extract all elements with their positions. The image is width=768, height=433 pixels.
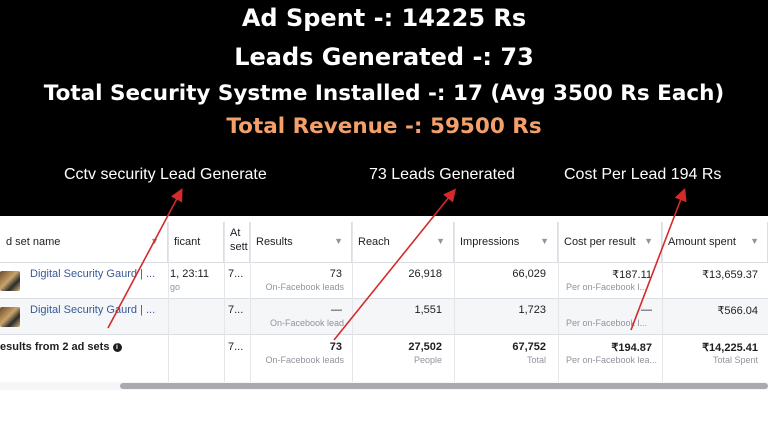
ad-set-name-link[interactable]: Digital Security Gaurd | ... [30,268,162,280]
table-row[interactable]: Digital Security Gaurd | ... 7... — On-F… [0,298,768,334]
attribution-value: 7... [228,341,244,353]
leads-generated-headline: Leads Generated -: 73 [234,43,534,71]
cost-per-result-sub: Per on-Facebook lea... [566,355,658,365]
cost-per-result-sub: Per on-Facebook l... [566,282,648,292]
amount-spent-total: ₹14,225.41 [702,342,758,354]
table-row[interactable]: Digital Security Gaurd | ... 1, 23:11 go… [0,262,768,298]
cost-per-result-sub: Per on-Facebook l... [566,318,648,328]
info-icon[interactable]: i [112,342,122,352]
column-header-cost-per-result[interactable]: Cost per result ▼ [558,222,662,262]
column-divider [352,222,353,382]
results-sub: On-Facebook lead [269,318,344,328]
results-sub: On-Facebook leads [265,282,344,292]
caption-lead-generate: Cctv security Lead Generate [64,166,267,183]
cost-per-result-total: ₹194.87 [611,342,652,354]
column-header-ad-set-name[interactable]: d set name ▼ [0,222,168,262]
sort-icon: ▼ [150,236,159,246]
amount-spent-value: ₹13,659.37 [702,269,758,281]
significant-value: 1, 23:11 [170,268,209,280]
amount-spent-sub: Total Spent [712,355,758,365]
cost-per-result-value: — [641,304,652,316]
reach-value: 1,551 [414,304,442,316]
systems-installed-headline: Total Security Systme Installed -: 17 (A… [43,81,725,106]
column-header-attribution[interactable]: At sett [224,222,250,262]
column-divider [662,222,663,382]
column-header-impressions[interactable]: Impressions ▼ [454,222,558,262]
significant-sub: go [170,282,181,292]
ad-thumbnail [0,307,20,327]
results-value: — [331,304,342,316]
total-revenue-headline: Total Revenue -: 59500 Rs [226,114,542,139]
column-divider [558,222,559,382]
column-header-reach[interactable]: Reach ▼ [352,222,454,262]
reach-sub: People [413,355,442,365]
impressions-value: 1,723 [518,304,546,316]
results-sub: On-Facebook leads [265,355,344,365]
ad-spent-headline: Ad Spent -: 14225 Rs [241,4,527,32]
reach-total: 27,502 [408,341,442,353]
results-total: 73 [329,341,342,353]
column-header-results[interactable]: Results ▼ [250,222,352,262]
horizontal-scrollbar-thumb[interactable] [120,383,768,389]
column-divider [168,222,169,382]
column-header-amount-spent[interactable]: Amount spent ▼ [662,222,768,262]
sort-icon: ▼ [750,236,759,246]
summary-label: esults from 2 ad sets i [0,341,164,353]
column-divider [224,222,225,382]
caption-cost-per-lead: Cost Per Lead 194 Rs [564,166,722,183]
sort-icon: ▼ [436,236,445,246]
sort-icon: ▼ [540,236,549,246]
impressions-sub: Total [526,355,546,365]
results-value: 73 [329,268,342,280]
attribution-value: 7... [228,304,244,316]
impressions-value: 66,029 [512,268,546,280]
amount-spent-value: ₹566.04 [717,305,758,317]
sort-icon: ▼ [334,236,343,246]
caption-leads-generated: 73 Leads Generated [369,166,515,183]
ads-manager-table: d set name ▼ ficant At sett Results ▼ Re… [0,222,768,382]
column-divider [250,222,251,382]
column-header-significant[interactable]: ficant [168,222,224,262]
ad-thumbnail [0,271,20,291]
reach-value: 26,918 [408,268,442,280]
cost-per-result-value: ₹187.11 [612,269,652,281]
ad-set-name-link[interactable]: Digital Security Gaurd | ... [30,304,162,316]
impressions-total: 67,752 [512,341,546,353]
attribution-value: 7... [228,268,244,280]
header-banner: Ad Spent -: 14225 Rs Leads Generated -: … [0,0,768,216]
column-divider [454,222,455,382]
summary-row: esults from 2 ad sets i 7... 73 On-Faceb… [0,334,768,380]
sort-icon: ▼ [644,236,653,246]
